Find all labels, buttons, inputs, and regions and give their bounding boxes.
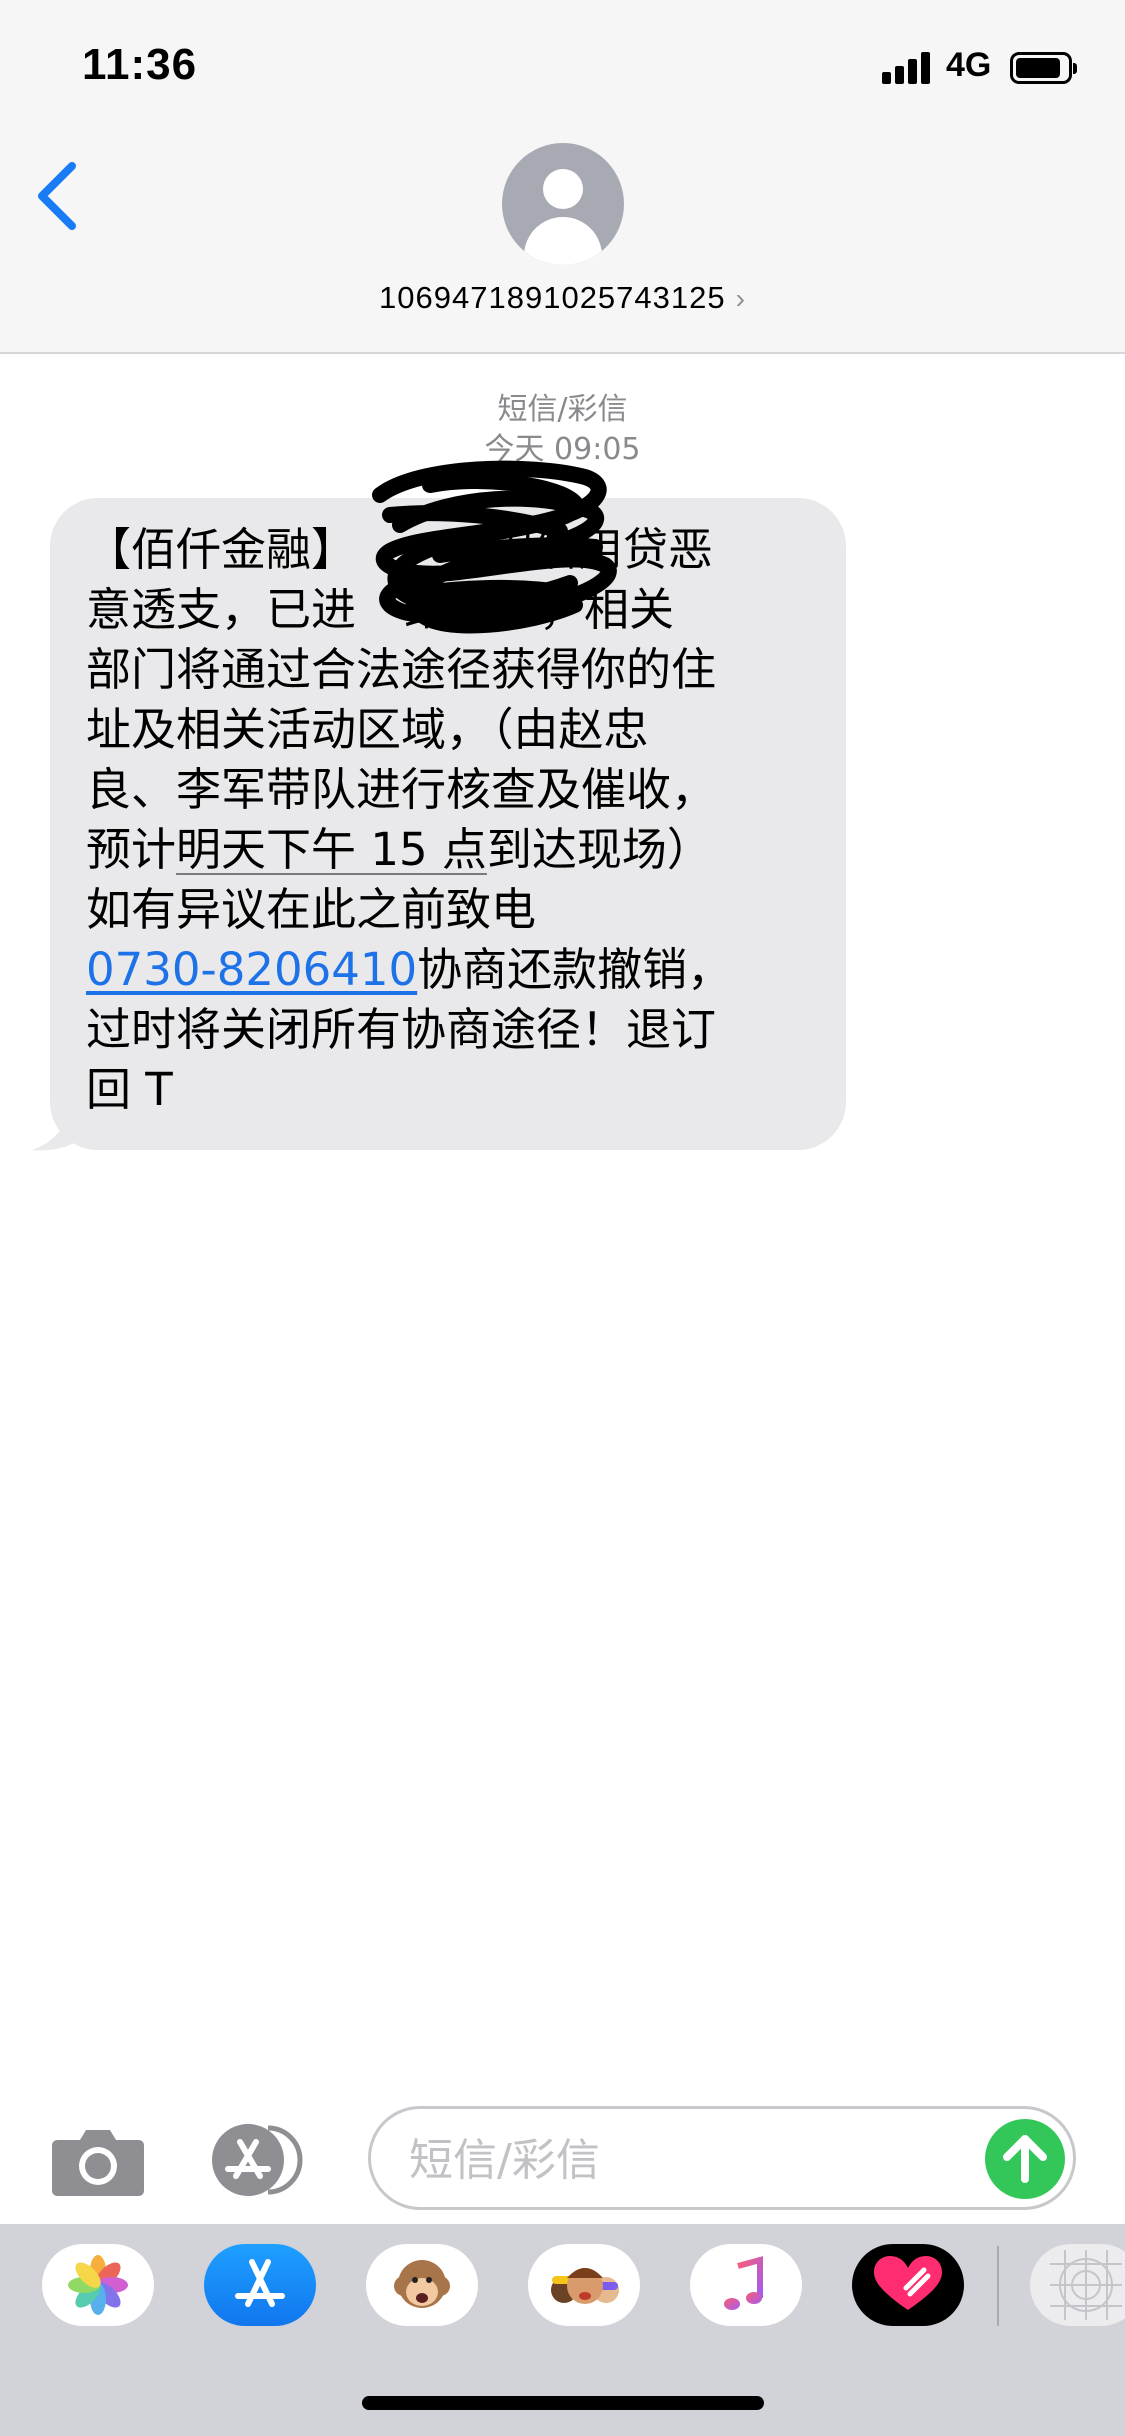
message-line: 0730-8206410协商还款撤销， (86, 940, 816, 1000)
app-store-icon[interactable] (204, 2244, 316, 2326)
message-input[interactable] (407, 2131, 971, 2189)
contact-details-link[interactable]: 1069471891025743125 › (0, 280, 1125, 316)
message-text: 意透支，已进 (86, 583, 357, 636)
home-indicator[interactable] (362, 2396, 764, 2410)
battery-icon (1010, 52, 1077, 84)
more-apps-icon[interactable] (1030, 2244, 1125, 2326)
message-line: 址及相关活动区域，（由赵忠 (86, 703, 649, 756)
chevron-right-icon: › (735, 283, 746, 314)
service-label: 短信/彩信 (497, 392, 628, 427)
message-text: 到达现场） (486, 823, 712, 876)
message-compose-field[interactable] (368, 2106, 1076, 2210)
camera-button[interactable] (50, 2122, 146, 2198)
arrow-up-icon (1003, 2135, 1047, 2183)
contact-avatar-icon[interactable] (502, 143, 624, 265)
message-line: 如有异议在此之前致电 (86, 883, 537, 936)
animoji-icon[interactable] (366, 2244, 478, 2326)
drawer-divider (997, 2246, 999, 2326)
contact-number: 1069471891025743125 (379, 280, 726, 315)
redaction-scribble (372, 460, 617, 634)
music-icon[interactable] (690, 2244, 802, 2326)
app-store-toggle-icon (212, 2124, 303, 2196)
back-button[interactable] (30, 156, 90, 236)
conversation-header: 11:36 4G 1069471891025743125 › (0, 0, 1125, 354)
network-type: 4G (946, 46, 992, 84)
message-line: 预计明天下午 15 点到达现场） (86, 820, 816, 880)
detected-date-link[interactable]: 明天下午 15 点 (176, 823, 487, 876)
back-chevron-icon (38, 162, 76, 230)
message-text: 预计 (86, 823, 177, 876)
message-sender-tag: 【佰仟金融】 (86, 523, 357, 576)
app-store-toggle-button[interactable] (210, 2122, 310, 2198)
message-line: 部门将通过合法途径获得你的住 (86, 643, 717, 696)
digital-touch-icon[interactable] (852, 2244, 964, 2326)
camera-icon (52, 2130, 144, 2196)
message-line: 回 T (86, 1063, 173, 1116)
phone-number-link[interactable]: 0730-8206410 (86, 943, 417, 996)
send-button[interactable] (985, 2119, 1065, 2199)
message-line: 过时将关闭所有协商途径！退订 (86, 1003, 717, 1056)
imessage-app-drawer (0, 2224, 1125, 2436)
status-time: 11:36 (82, 40, 198, 89)
memoji-icon[interactable] (528, 2244, 640, 2326)
cellular-signal-icon (882, 52, 932, 84)
message-line: 良、李军带队进行核查及催收， (86, 763, 717, 816)
photos-icon[interactable] (42, 2244, 154, 2326)
message-text: 协商还款撤销， (417, 943, 733, 996)
